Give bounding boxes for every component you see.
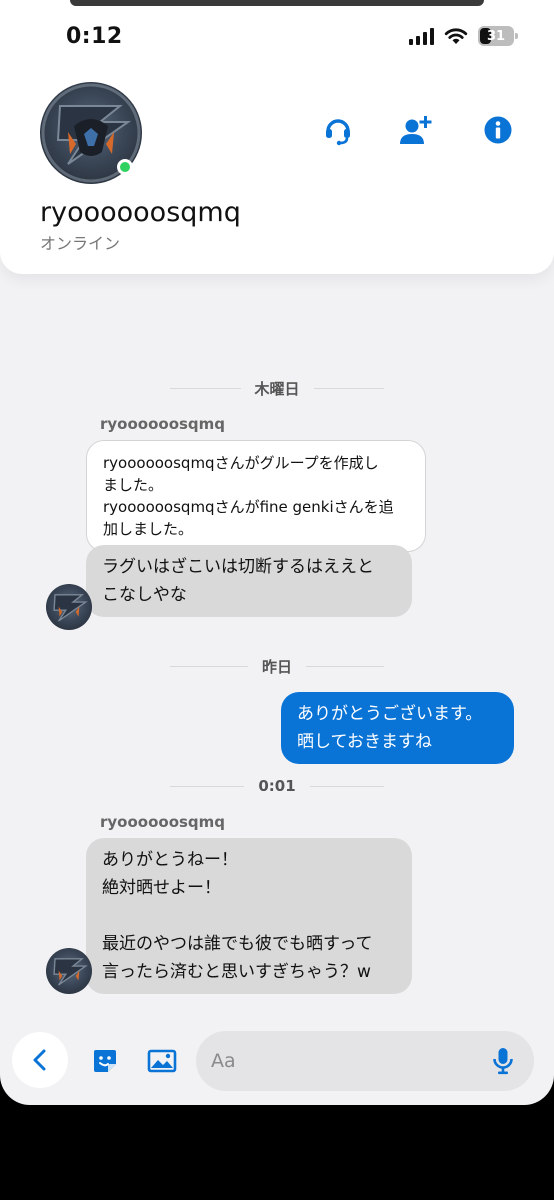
message-line: 最近のやつは誰でも彼でも晒すって xyxy=(102,934,373,954)
chat-header: 0:12 31 ryoooooosqmq オンライン xyxy=(0,0,554,274)
message-input[interactable]: Aa xyxy=(196,1031,534,1091)
mic-icon[interactable] xyxy=(492,1047,514,1075)
outgoing-message-bubble[interactable]: ありがとうございます。 晒しておきますね xyxy=(281,692,514,764)
sticker-icon xyxy=(94,1050,116,1072)
monster-emblem-icon xyxy=(53,958,88,986)
date-separator-label: 昨日 xyxy=(262,657,293,676)
message-line: 絶対晒せよー！ xyxy=(102,878,221,898)
sender-avatar[interactable] xyxy=(46,948,92,994)
info-icon xyxy=(484,116,512,144)
date-separator-label: 0:01 xyxy=(258,777,296,795)
date-separator: 木曜日 xyxy=(170,378,384,398)
message-line: ありがとうねー！ xyxy=(102,850,238,870)
sticker-button[interactable] xyxy=(88,1044,122,1078)
wifi-icon xyxy=(444,28,468,44)
back-button[interactable] xyxy=(12,1032,68,1088)
back-chevron-icon xyxy=(33,1049,46,1071)
chat-screen: 0:12 31 ryoooooosqmq オンライン 木曜日 ryoooooos… xyxy=(0,0,554,1105)
battery-level: 31 xyxy=(486,28,506,44)
sender-name: ryoooooosqmq xyxy=(100,415,226,433)
message-line: ryoooooosqmqさんがfine genkiさんを追 xyxy=(103,498,394,516)
date-separator-label: 木曜日 xyxy=(254,379,300,398)
image-icon xyxy=(147,1049,177,1073)
cellular-signal-icon xyxy=(409,27,434,45)
message-line: ラグいはざこいは切断するはええと xyxy=(102,557,374,577)
message-line: こなしやな xyxy=(102,585,187,605)
incoming-message-bubble[interactable]: ありがとうねー！ 絶対晒せよー！ 最近のやつは誰でも彼でも晒すって 言ったら済む… xyxy=(86,838,412,994)
status-icons: 31 xyxy=(409,26,518,46)
contact-name: ryoooooosqmq xyxy=(40,197,241,228)
message-line: ryoooooosqmqさんがグループを作成し xyxy=(103,454,379,472)
sender-avatar[interactable] xyxy=(46,584,92,630)
photo-button[interactable] xyxy=(145,1044,179,1078)
chat-info-button[interactable] xyxy=(480,112,516,148)
message-line: ました。 xyxy=(103,476,164,494)
message-line: ありがとうございます。 xyxy=(297,704,483,724)
presence-status: オンライン xyxy=(40,234,121,253)
message-line: 加しました。 xyxy=(103,520,194,538)
date-separator: 昨日 xyxy=(170,656,384,676)
message-input-placeholder: Aa xyxy=(211,1050,236,1072)
sender-name: ryoooooosqmq xyxy=(100,813,226,831)
voice-call-button[interactable] xyxy=(320,112,356,148)
system-message: ryoooooosqmqさんがグループを作成し ました。 ryoooooosqm… xyxy=(86,440,426,552)
date-separator: 0:01 xyxy=(170,776,384,796)
add-member-button[interactable] xyxy=(398,112,434,148)
top-bezel xyxy=(70,0,484,6)
status-time: 0:12 xyxy=(66,24,123,49)
message-line xyxy=(102,902,396,930)
headset-icon xyxy=(326,119,350,146)
battery-indicator: 31 xyxy=(478,26,518,46)
online-indicator xyxy=(117,159,133,175)
monster-emblem-icon xyxy=(53,594,88,622)
incoming-message-bubble[interactable]: ラグいはざこいは切断するはええと こなしやな xyxy=(86,545,412,617)
add-user-icon xyxy=(400,116,432,144)
message-line: 晒しておきますね xyxy=(297,732,432,752)
message-line: 言ったら済むと思いすぎちゃう？w xyxy=(102,962,371,982)
